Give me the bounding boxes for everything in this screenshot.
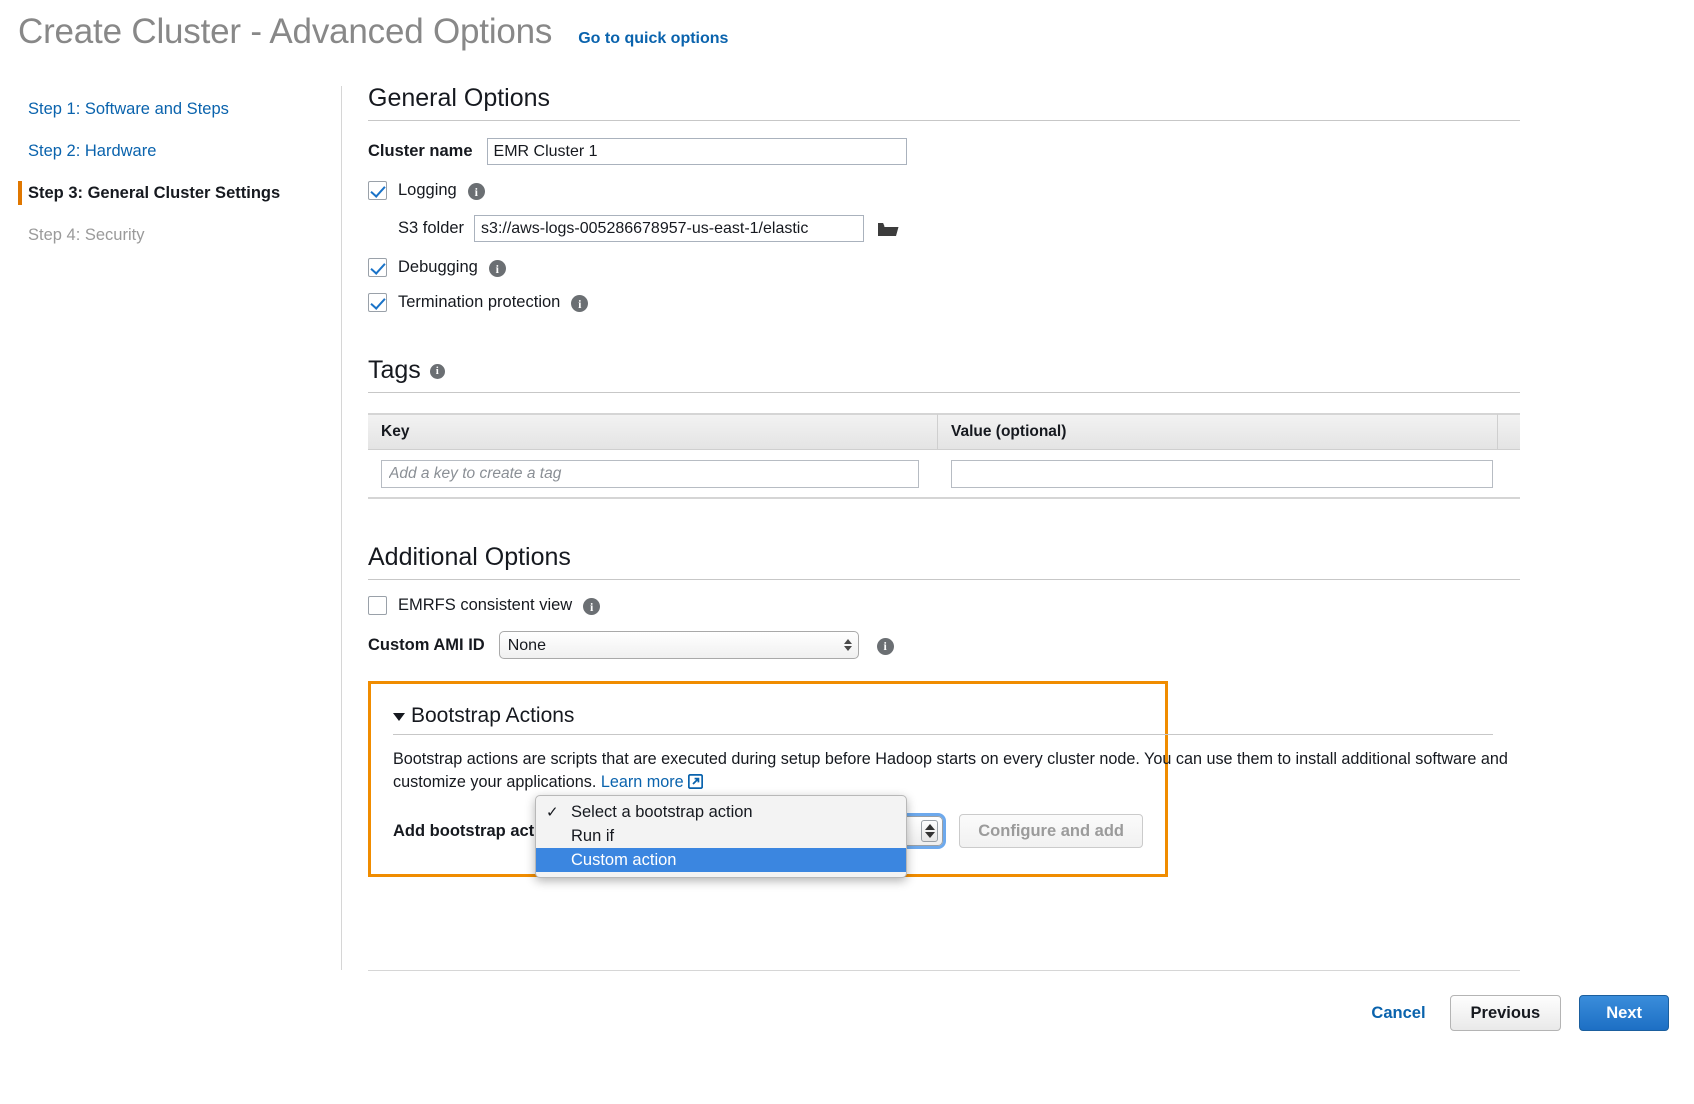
logging-row: Logging [368, 181, 1520, 200]
tags-heading: Tags [368, 356, 1520, 393]
previous-button[interactable]: Previous [1449, 995, 1562, 1031]
tags-table-header: Key Value (optional) [368, 414, 1520, 450]
general-options-heading-text: General Options [368, 84, 551, 112]
bootstrap-actions-toggle[interactable]: Bootstrap Actions [393, 704, 1493, 735]
bootstrap-description-line-1: Bootstrap actions are scripts that are e… [393, 750, 1411, 768]
external-link-icon[interactable] [687, 773, 703, 796]
termination-protection-info-icon[interactable] [571, 295, 589, 312]
learn-more-link[interactable]: Learn more [601, 773, 684, 791]
bootstrap-actions-heading-text: Bootstrap Actions [411, 704, 575, 727]
triangle-down-icon [393, 713, 405, 721]
bootstrap-action-dropdown-menu[interactable]: ✓ Select a bootstrap action Run if Custo… [535, 795, 907, 878]
s3-folder-label: S3 folder [398, 219, 465, 237]
cluster-name-input[interactable] [486, 138, 907, 165]
sidebar-item-step-4[interactable]: Step 4: Security [0, 214, 342, 256]
footer-divider [368, 970, 1520, 971]
tags-column-actions [1498, 414, 1520, 450]
sidebar-item-step-2[interactable]: Step 2: Hardware [0, 130, 342, 172]
logging-info-icon[interactable] [467, 183, 485, 200]
additional-options-heading-text: Additional Options [368, 543, 571, 571]
next-button[interactable]: Next [1579, 995, 1669, 1031]
dropdown-option-custom-action[interactable]: Custom action [536, 848, 906, 872]
tag-value-input[interactable] [951, 459, 1493, 488]
page-title: Create Cluster - Advanced Options [18, 12, 553, 51]
tags-column-key: Key [368, 414, 938, 450]
termination-protection-checkbox[interactable] [368, 293, 387, 312]
dropdown-option-label: Run if [571, 826, 615, 845]
go-to-quick-options-link[interactable]: Go to quick options [578, 30, 728, 48]
cluster-name-label: Cluster name [368, 142, 473, 160]
emrfs-consistent-view-info-icon[interactable] [583, 598, 601, 615]
tags-info-icon[interactable] [429, 364, 445, 379]
tags-column-value: Value (optional) [938, 414, 1498, 450]
tags-cell-value [938, 459, 1498, 488]
additional-options-heading: Additional Options [368, 543, 1520, 580]
footer-actions: Cancel Previous Next [1365, 995, 1669, 1031]
tags-cell-key [368, 459, 938, 488]
tags-table: Key Value (optional) [368, 413, 1520, 499]
page-header: Create Cluster - Advanced Options Go to … [18, 10, 728, 54]
sidebar-item-step-1[interactable]: Step 1: Software and Steps [0, 88, 342, 130]
cancel-button[interactable]: Cancel [1365, 1003, 1431, 1024]
dropdown-option-run-if[interactable]: Run if [536, 824, 906, 848]
emrfs-consistent-view-label: EMRFS consistent view [398, 596, 573, 614]
table-row [368, 450, 1520, 498]
stepper-updown-icon[interactable] [921, 820, 939, 842]
custom-ami-select-wrapper: None [498, 631, 859, 659]
debugging-info-icon[interactable] [488, 260, 506, 277]
tag-key-input[interactable] [381, 459, 919, 488]
configure-and-add-button[interactable]: Configure and add [959, 814, 1143, 848]
create-cluster-page: Create Cluster - Advanced Options Go to … [0, 0, 1694, 1104]
sidebar-item-step-3[interactable]: Step 3: General Cluster Settings [0, 172, 342, 214]
step-sidebar: Step 1: Software and Steps Step 2: Hardw… [0, 88, 342, 256]
main-content: General Options Cluster name Logging S3 … [368, 84, 1520, 877]
custom-ami-info-icon[interactable] [876, 637, 894, 655]
termination-protection-row: Termination protection [368, 293, 1520, 312]
logging-label: Logging [398, 181, 457, 199]
custom-ami-select[interactable]: None [498, 631, 859, 659]
sidebar-divider [341, 86, 342, 970]
debugging-checkbox[interactable] [368, 258, 387, 277]
dropdown-option-select-a-bootstrap-action[interactable]: ✓ Select a bootstrap action [536, 800, 906, 824]
tags-heading-text: Tags [368, 356, 421, 384]
custom-ami-label: Custom AMI ID [368, 635, 485, 654]
emrfs-consistent-view-row: EMRFS consistent view [368, 596, 1520, 615]
termination-protection-label: Termination protection [398, 293, 561, 311]
emrfs-consistent-view-checkbox[interactable] [368, 596, 387, 615]
folder-icon[interactable] [877, 220, 899, 238]
debugging-label: Debugging [398, 258, 478, 276]
logging-checkbox[interactable] [368, 181, 387, 200]
dropdown-option-label: Custom action [571, 850, 677, 869]
general-options-heading: General Options [368, 84, 1520, 121]
dropdown-option-label: Select a bootstrap action [571, 802, 753, 821]
bootstrap-actions-description: Bootstrap actions are scripts that are e… [393, 748, 1513, 796]
custom-ami-row: Custom AMI ID None [368, 631, 1520, 659]
s3-folder-input[interactable] [474, 215, 865, 242]
cluster-name-row: Cluster name [368, 138, 1520, 165]
s3-folder-row: S3 folder [368, 215, 1520, 242]
debugging-row: Debugging [368, 258, 1520, 277]
check-icon: ✓ [546, 804, 559, 821]
